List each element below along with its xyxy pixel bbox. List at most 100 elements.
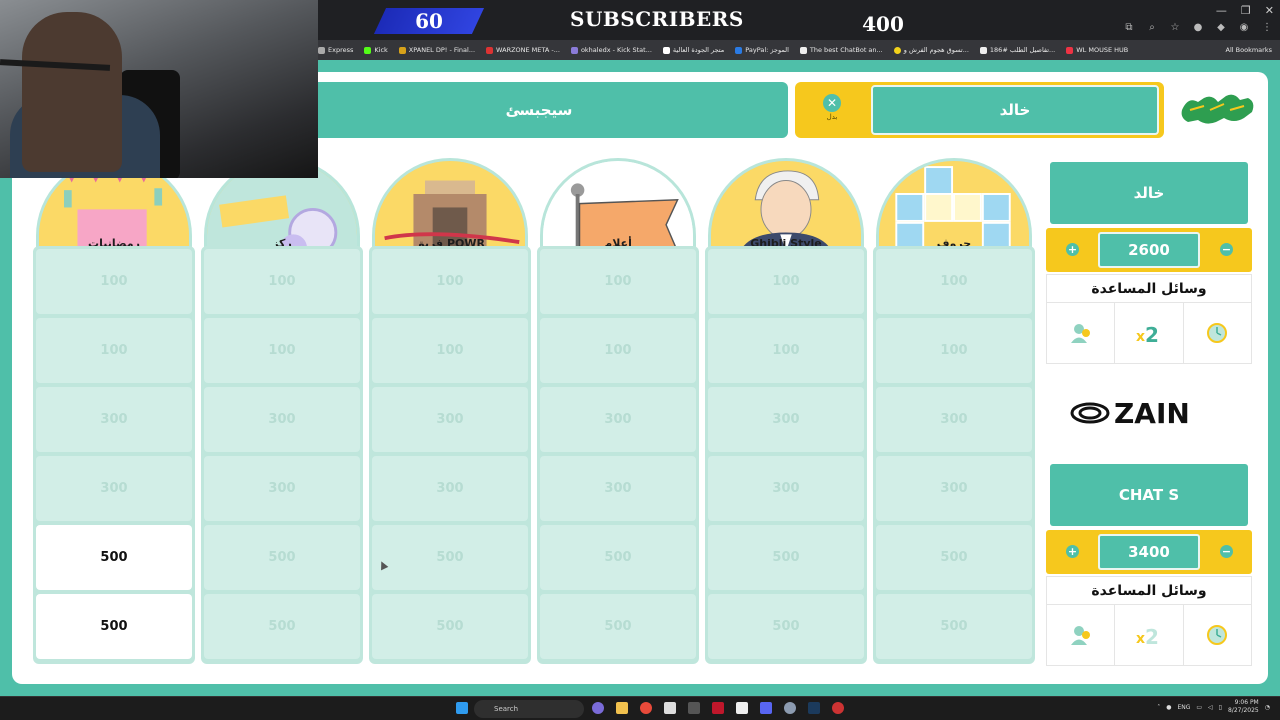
copilot-icon[interactable]	[592, 702, 604, 714]
install-icon[interactable]: ⧉	[1124, 23, 1134, 33]
volume-icon[interactable]: ◁	[1208, 704, 1213, 711]
notifications-icon[interactable]: ◔	[1265, 704, 1270, 711]
question-cell[interactable]: 300	[372, 387, 528, 452]
bookmark-item[interactable]: WARZONE META -...	[486, 46, 560, 54]
double-points-icon: x2	[1136, 625, 1159, 647]
steam-icon[interactable]	[808, 702, 820, 714]
call-friend-tool[interactable]	[1047, 303, 1116, 363]
question-cell[interactable]: 100	[540, 249, 696, 314]
question-cell[interactable]: 100	[36, 318, 192, 383]
question-cell[interactable]: 500	[876, 594, 1032, 659]
bookmark-item[interactable]: The best ChatBot an...	[799, 46, 883, 54]
bookmark-item[interactable]: okhaledx - Kick Stat...	[570, 46, 652, 54]
obs-icon[interactable]	[832, 702, 844, 714]
maximize-icon[interactable]: ❐	[1241, 4, 1251, 17]
bookmark-item[interactable]: Kick	[364, 46, 388, 54]
question-cell[interactable]: 300	[540, 387, 696, 452]
question-cell[interactable]: 500	[372, 594, 528, 659]
bookmark-item[interactable]: Express	[318, 46, 353, 54]
question-cell[interactable]: 100	[36, 249, 192, 314]
taskbar-search[interactable]: Search	[474, 700, 584, 718]
team2-plus-button[interactable]: +	[1066, 545, 1079, 558]
app-icon[interactable]	[688, 702, 700, 714]
bookmark-item[interactable]: PayPal: الموجز	[735, 46, 789, 54]
clock[interactable]: 9:06 PM 8/27/2025	[1228, 699, 1259, 715]
timer-tool[interactable]	[1184, 605, 1251, 665]
category-header[interactable]: حروف	[876, 158, 1032, 252]
question-cell[interactable]: 100	[876, 318, 1032, 383]
double-points-tool[interactable]: x2	[1115, 605, 1184, 665]
bookmark-item[interactable]: تسوق هجوم الفرش و...	[893, 46, 969, 54]
category-header[interactable]: أعلام	[540, 158, 696, 252]
calculator-icon[interactable]	[664, 702, 676, 714]
question-cell[interactable]: 100	[540, 318, 696, 383]
extension-icon[interactable]: ●	[1193, 23, 1203, 33]
double-points-tool[interactable]: x2	[1115, 303, 1184, 363]
team1-minus-button[interactable]: −	[1220, 243, 1233, 256]
menu-icon[interactable]: ⋮	[1262, 23, 1272, 33]
profile-icon[interactable]: ◉	[1239, 23, 1249, 33]
tray-chevron-icon[interactable]: ˄	[1157, 704, 1160, 711]
close-icon[interactable]: ✕	[1265, 4, 1274, 17]
zoom-icon[interactable]: ⌕	[1147, 23, 1157, 33]
star-icon[interactable]: ☆	[1170, 23, 1180, 33]
question-cell[interactable]: 500	[876, 525, 1032, 590]
question-cell[interactable]: 300	[204, 387, 360, 452]
minimize-icon[interactable]: —	[1216, 4, 1227, 17]
question-cell[interactable]: 300	[876, 456, 1032, 521]
timer-tool[interactable]	[1184, 303, 1251, 363]
team1-plus-button[interactable]: +	[1066, 243, 1079, 256]
question-cell[interactable]: 100	[204, 318, 360, 383]
bookmark-item[interactable]: WL MOUSE HUB	[1066, 46, 1128, 54]
question-cell[interactable]: 100	[708, 318, 864, 383]
question-cell[interactable]: 300	[372, 456, 528, 521]
folder-icon[interactable]	[616, 702, 628, 714]
question-cell[interactable]: 500	[372, 525, 528, 590]
battery-icon[interactable]: ▯	[1219, 704, 1222, 711]
capcut-icon[interactable]	[736, 702, 748, 714]
chrome-icon[interactable]	[640, 702, 652, 714]
team2-minus-button[interactable]: −	[1220, 545, 1233, 558]
question-cell[interactable]: 300	[708, 456, 864, 521]
bookmark-item[interactable]: تفاصيل الطلب #186...	[979, 46, 1055, 54]
tray-lang[interactable]: ENG	[1177, 704, 1190, 711]
question-cell[interactable]: 300	[36, 456, 192, 521]
question-cell[interactable]: 100	[708, 249, 864, 314]
call-friend-tool[interactable]	[1047, 605, 1116, 665]
question-cell[interactable]: 500	[708, 594, 864, 659]
windows-start-icon[interactable]	[456, 702, 468, 714]
team1-tools-row: x2	[1047, 303, 1251, 363]
team1-name: خالد	[1050, 162, 1248, 224]
question-cell[interactable]: 500	[204, 525, 360, 590]
question-cell[interactable]: 300	[36, 387, 192, 452]
question-cell[interactable]: 300	[204, 456, 360, 521]
webcam-person-head	[22, 12, 122, 172]
question-cell[interactable]: 300	[708, 387, 864, 452]
question-cell[interactable]: 100	[876, 249, 1032, 314]
question-cell[interactable]: 500	[540, 594, 696, 659]
team2-score-bar: + 3400 −	[1046, 530, 1252, 574]
question-cell[interactable]: 500	[708, 525, 864, 590]
question-cell[interactable]: 100	[372, 249, 528, 314]
question-cell[interactable]: 500	[36, 525, 192, 590]
question-cell[interactable]: 300	[876, 387, 1032, 452]
puzzle-icon[interactable]: ◆	[1216, 23, 1226, 33]
category-header[interactable]: فريق POWR	[372, 158, 528, 252]
swap-icon: ✕	[823, 94, 841, 112]
settings-icon[interactable]	[784, 702, 796, 714]
question-cell[interactable]: 300	[540, 456, 696, 521]
bookmark-item[interactable]: متجر الجودة العالية	[662, 46, 724, 54]
next-icon[interactable]	[712, 702, 724, 714]
category-header[interactable]: Ghibli Style	[708, 158, 864, 252]
question-cell[interactable]: 500	[36, 594, 192, 659]
mic-icon[interactable]: ●	[1166, 704, 1171, 711]
discord-icon[interactable]	[760, 702, 772, 714]
question-cell[interactable]: 100	[372, 318, 528, 383]
question-cell[interactable]: 100	[204, 249, 360, 314]
question-cell[interactable]: 500	[204, 594, 360, 659]
network-icon[interactable]: ▭	[1196, 704, 1202, 711]
all-bookmarks[interactable]: All Bookmarks	[1226, 46, 1272, 54]
bookmark-item[interactable]: XPANEL DP! - Final...	[398, 46, 475, 54]
swap-turn-button[interactable]: ✕ بدل	[817, 94, 847, 126]
question-cell[interactable]: 500	[540, 525, 696, 590]
